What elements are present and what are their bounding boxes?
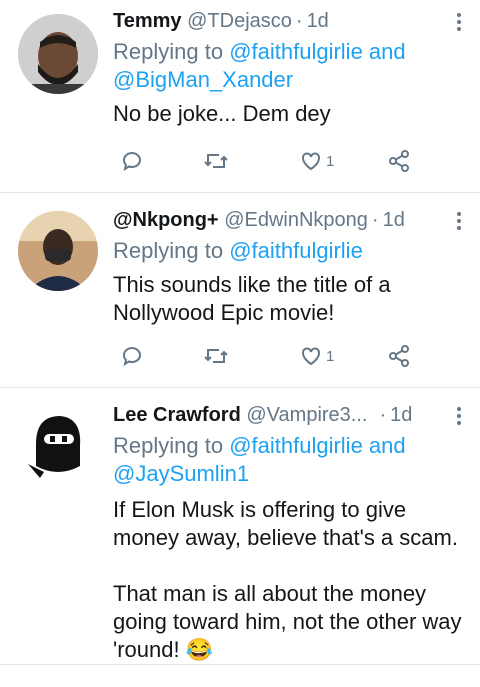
retweet-button[interactable] <box>203 341 229 371</box>
timestamp: 1d <box>390 404 413 426</box>
like-count: 1 <box>326 347 335 365</box>
tweet-header: Temmy @TDejasco · 1d <box>113 10 329 32</box>
tweet-header: @Nkpong+ @EdwinNkpong · 1d <box>113 209 405 231</box>
share-icon <box>389 345 409 367</box>
tweet-text: This sounds like the title of a Nollywoo… <box>113 272 391 325</box>
mention-link[interactable]: @faithfulgirlie <box>229 238 363 263</box>
avatar[interactable] <box>18 406 98 486</box>
author-name[interactable]: Temmy <box>113 10 182 32</box>
tweet[interactable]: Temmy @TDejasco · 1d Replying to @faithful… <box>0 0 480 192</box>
author-handle: @TDejasco <box>187 10 292 32</box>
reply-button[interactable] <box>121 341 145 371</box>
mention-link[interactable]: @faithfulgirlie and <box>229 39 405 64</box>
like-button[interactable]: 1 <box>299 146 334 176</box>
mention-link[interactable]: @BigMan_Xander <box>113 67 293 92</box>
avatar[interactable] <box>18 211 98 291</box>
author-name[interactable]: Lee Crawford <box>113 404 241 426</box>
tweet-text: No be joke... Dem dey <box>113 101 331 126</box>
like-icon <box>302 347 320 366</box>
reply-icon <box>123 152 141 172</box>
replying-to: Replying to @faithfulgirlie and @JaySuml… <box>113 433 406 486</box>
tweet-text: If Elon Musk is offering to give money a… <box>113 497 462 662</box>
like-icon <box>302 152 320 171</box>
share-icon <box>389 150 409 172</box>
like-button[interactable]: 1 <box>299 341 334 371</box>
share-button[interactable] <box>387 146 411 176</box>
replying-to: Replying to @faithfulgirlie <box>113 238 363 263</box>
tweet-actions: 1 <box>113 146 413 176</box>
retweet-icon <box>204 349 228 363</box>
timestamp: 1d <box>382 209 405 231</box>
replying-to: Replying to @faithfulgirlie and @BigMan_… <box>113 39 406 92</box>
timestamp: 1d <box>306 10 329 32</box>
divider <box>0 664 480 665</box>
tweet-header: Lee Crawford @Vampire3... · 1d <box>113 404 413 426</box>
author-name[interactable]: @Nkpong+ <box>113 209 219 231</box>
like-count: 1 <box>326 152 335 170</box>
author-handle: @Vampire3... <box>246 404 368 426</box>
share-button[interactable] <box>387 341 411 371</box>
tweet[interactable]: Lee Crawford @Vampire3... · 1d Replying to… <box>0 388 480 687</box>
author-handle: @EdwinNkpong <box>224 209 368 231</box>
reply-button[interactable] <box>121 146 145 176</box>
tweet[interactable]: @Nkpong+ @EdwinNkpong · 1d Replying to @fa… <box>0 193 480 387</box>
retweet-button[interactable] <box>203 146 229 176</box>
mention-link[interactable]: @faithfulgirlie and <box>229 433 405 458</box>
retweet-icon <box>204 154 228 168</box>
avatar[interactable] <box>18 14 98 94</box>
mention-link[interactable]: @JaySumlin1 <box>113 461 249 486</box>
tweet-actions: 1 <box>113 341 413 371</box>
reply-icon <box>123 347 141 367</box>
